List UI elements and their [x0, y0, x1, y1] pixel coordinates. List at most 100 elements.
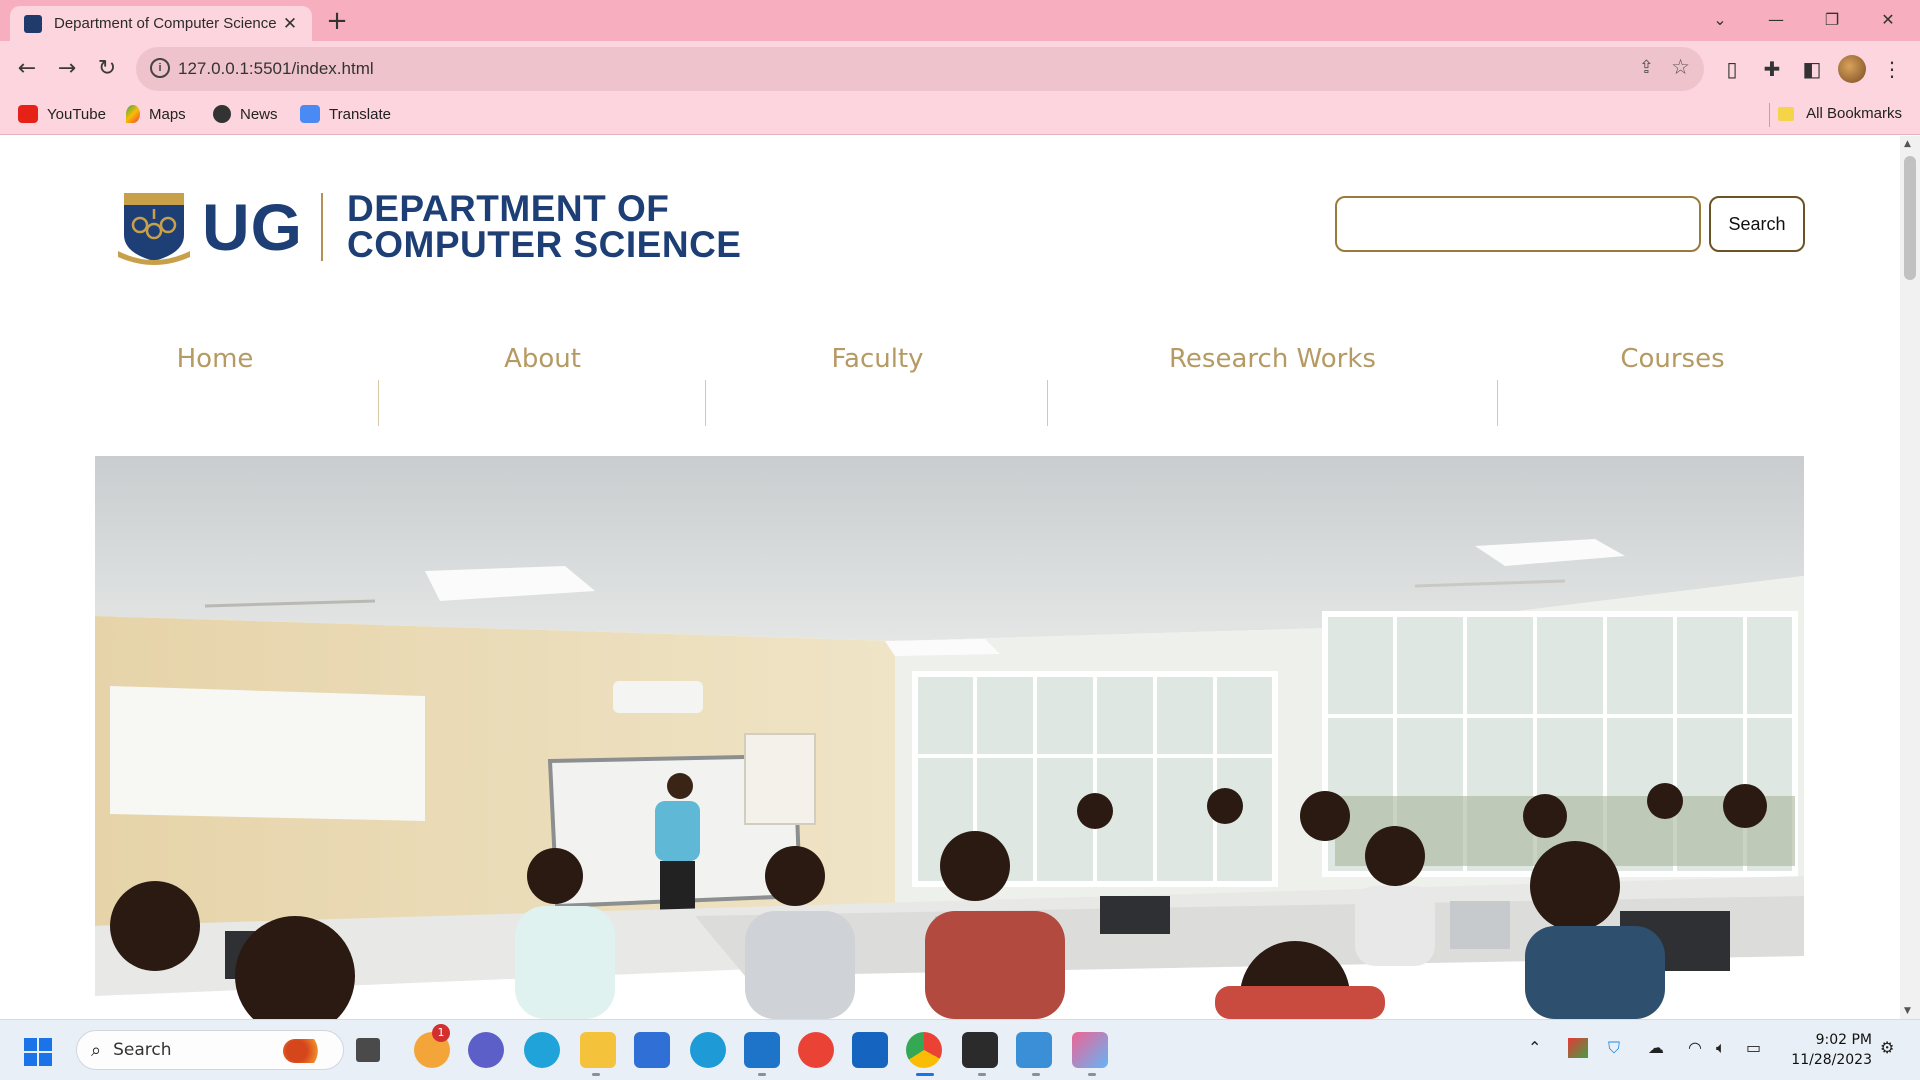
bookmark-label: News [240, 105, 278, 123]
tray-app-icon[interactable] [1568, 1038, 1588, 1058]
tab-title: Department of Computer Science [54, 15, 277, 32]
running-indicator [758, 1073, 766, 1076]
clock-date: 11/28/2023 [1791, 1052, 1872, 1068]
nav-separator [1047, 380, 1048, 426]
hero-classroom-image [95, 456, 1804, 1019]
department-title-line1: DEPARTMENT OF [347, 188, 670, 229]
bookmarks-bar: YouTube Maps News Translate All Bookmark… [0, 97, 1920, 135]
browser-tab[interactable]: Department of Computer Science ✕ [10, 6, 312, 41]
page-viewport: UG DEPARTMENT OF COMPUTER SCIENCE Search… [0, 136, 1900, 1019]
back-button[interactable]: ← [9, 51, 45, 87]
menu-kebab-icon[interactable]: ⋮ [1876, 53, 1908, 85]
app-icon[interactable] [1072, 1032, 1108, 1068]
nav-faculty[interactable]: Faculty [765, 326, 990, 426]
running-indicator [978, 1073, 986, 1076]
reload-button[interactable]: ↻ [89, 51, 125, 87]
nav-separator [705, 380, 706, 426]
profile-avatar[interactable] [1838, 55, 1866, 83]
page-scrollbar[interactable]: ▲ ▼ [1900, 136, 1920, 1019]
nav-separator [1497, 380, 1498, 426]
tray-overflow-icon[interactable]: ⌃ [1528, 1038, 1541, 1057]
active-indicator [916, 1073, 934, 1076]
helper-app-icon[interactable] [690, 1032, 726, 1068]
scroll-up-arrow-icon[interactable]: ▲ [1904, 139, 1911, 149]
site-favicon-icon [24, 14, 42, 33]
sticky-notes-icon[interactable] [962, 1032, 998, 1068]
bookmark-maps[interactable]: Maps [126, 105, 186, 123]
teams-chat-icon[interactable] [468, 1032, 504, 1068]
extensions-puzzle-icon[interactable]: ✚ [1756, 53, 1788, 85]
nav-separator [378, 380, 379, 426]
site-info-icon[interactable]: i [150, 58, 170, 78]
address-url[interactable]: 127.0.0.1:5501/index.html [178, 59, 374, 79]
notification-badge: 1 [432, 1024, 450, 1042]
nav-courses[interactable]: Courses [1560, 326, 1785, 426]
new-tab-button[interactable]: + [322, 7, 352, 37]
chrome-icon[interactable] [906, 1032, 942, 1068]
extension-icon[interactable]: ▯ [1716, 53, 1748, 85]
search-input[interactable] [1335, 196, 1701, 252]
windows-taskbar: ⌕ Search 1 ⌃ ⛉ ☁ ◠ 🔈︎ ▭ 9:02 PM 11/28/20… [0, 1019, 1920, 1080]
site-logo[interactable]: UG DEPARTMENT OF COMPUTER SCIENCE [118, 189, 741, 265]
bookmark-star-icon[interactable]: ☆ [1671, 55, 1690, 79]
search-button[interactable]: Search [1709, 196, 1805, 252]
side-panel-icon[interactable]: ◧ [1796, 53, 1828, 85]
close-window-button[interactable]: ✕ [1866, 4, 1910, 36]
main-nav: Home About Faculty Research Works Course… [0, 326, 1900, 426]
bookmark-translate[interactable]: Translate [300, 105, 391, 123]
address-bar[interactable]: i 127.0.0.1:5501/index.html ⇪ ☆ [136, 47, 1704, 91]
tab-search-icon[interactable]: ⌄ [1698, 4, 1742, 36]
taskbar-clock[interactable]: 9:02 PM 11/28/2023 [1782, 1030, 1872, 1070]
ug-crest-icon [118, 193, 190, 265]
scroll-down-arrow-icon[interactable]: ▼ [1904, 1006, 1911, 1016]
windows-start-icon[interactable] [24, 1038, 52, 1066]
browser-toolbar: ← → ↻ i 127.0.0.1:5501/index.html ⇪ ☆ ▯ … [0, 41, 1920, 97]
remote-desktop-icon[interactable] [852, 1032, 888, 1068]
battery-icon[interactable]: ▭ [1746, 1038, 1761, 1057]
restore-button[interactable]: ❐ [1810, 4, 1854, 36]
nav-home[interactable]: Home [110, 326, 320, 426]
logo-divider [321, 193, 323, 261]
minimize-button[interactable]: — [1754, 4, 1798, 36]
clock-time: 9:02 PM [1815, 1032, 1872, 1048]
opera-icon[interactable] [798, 1032, 834, 1068]
share-icon[interactable]: ⇪ [1639, 57, 1654, 78]
scrollbar-thumb[interactable] [1904, 156, 1916, 280]
microsoft-store-icon[interactable] [634, 1032, 670, 1068]
volume-icon[interactable]: 🔈︎ [1716, 1038, 1726, 1058]
department-title: DEPARTMENT OF COMPUTER SCIENCE [347, 188, 742, 265]
forward-button[interactable]: → [49, 51, 85, 87]
search-highlight-icon [283, 1039, 329, 1063]
bookmark-label: YouTube [47, 105, 106, 123]
taskbar-search-label: Search [113, 1040, 172, 1060]
all-bookmarks-label: All Bookmarks [1806, 105, 1902, 122]
tab-strip: Department of Computer Science ✕ + ⌄ — ❐… [0, 0, 1920, 41]
wifi-icon[interactable]: ◠ [1688, 1038, 1702, 1057]
running-indicator [1088, 1073, 1096, 1076]
bookmark-label: Translate [329, 105, 391, 123]
folder-icon [1778, 106, 1795, 121]
notifications-bell-icon[interactable]: ⚙ [1880, 1038, 1894, 1057]
maps-icon [126, 105, 140, 123]
logo-ug-text: UG [202, 190, 303, 264]
nav-about[interactable]: About [430, 326, 655, 426]
security-shield-icon[interactable]: ⛉ [1608, 1038, 1620, 1058]
onedrive-cloud-icon[interactable]: ☁ [1648, 1038, 1664, 1057]
close-tab-icon[interactable]: ✕ [278, 12, 302, 36]
taskbar-search[interactable]: ⌕ Search [76, 1030, 344, 1070]
department-title-line2: COMPUTER SCIENCE [347, 224, 742, 265]
nav-research-works[interactable]: Research Works [1110, 326, 1435, 426]
edge-icon[interactable] [524, 1032, 560, 1068]
all-bookmarks-button[interactable]: All Bookmarks [1778, 105, 1902, 122]
vscode-icon[interactable] [744, 1032, 780, 1068]
file-explorer-icon[interactable] [580, 1032, 616, 1068]
search-icon: ⌕ [91, 1039, 102, 1061]
bookmark-label: Maps [149, 105, 186, 123]
translate-icon [300, 105, 320, 123]
youtube-icon [18, 105, 38, 123]
notepad-icon[interactable] [1016, 1032, 1052, 1068]
task-view-icon[interactable] [356, 1038, 380, 1062]
bookmark-youtube[interactable]: YouTube [18, 105, 106, 123]
bookmark-news[interactable]: News [213, 105, 278, 123]
running-indicator [592, 1073, 600, 1076]
